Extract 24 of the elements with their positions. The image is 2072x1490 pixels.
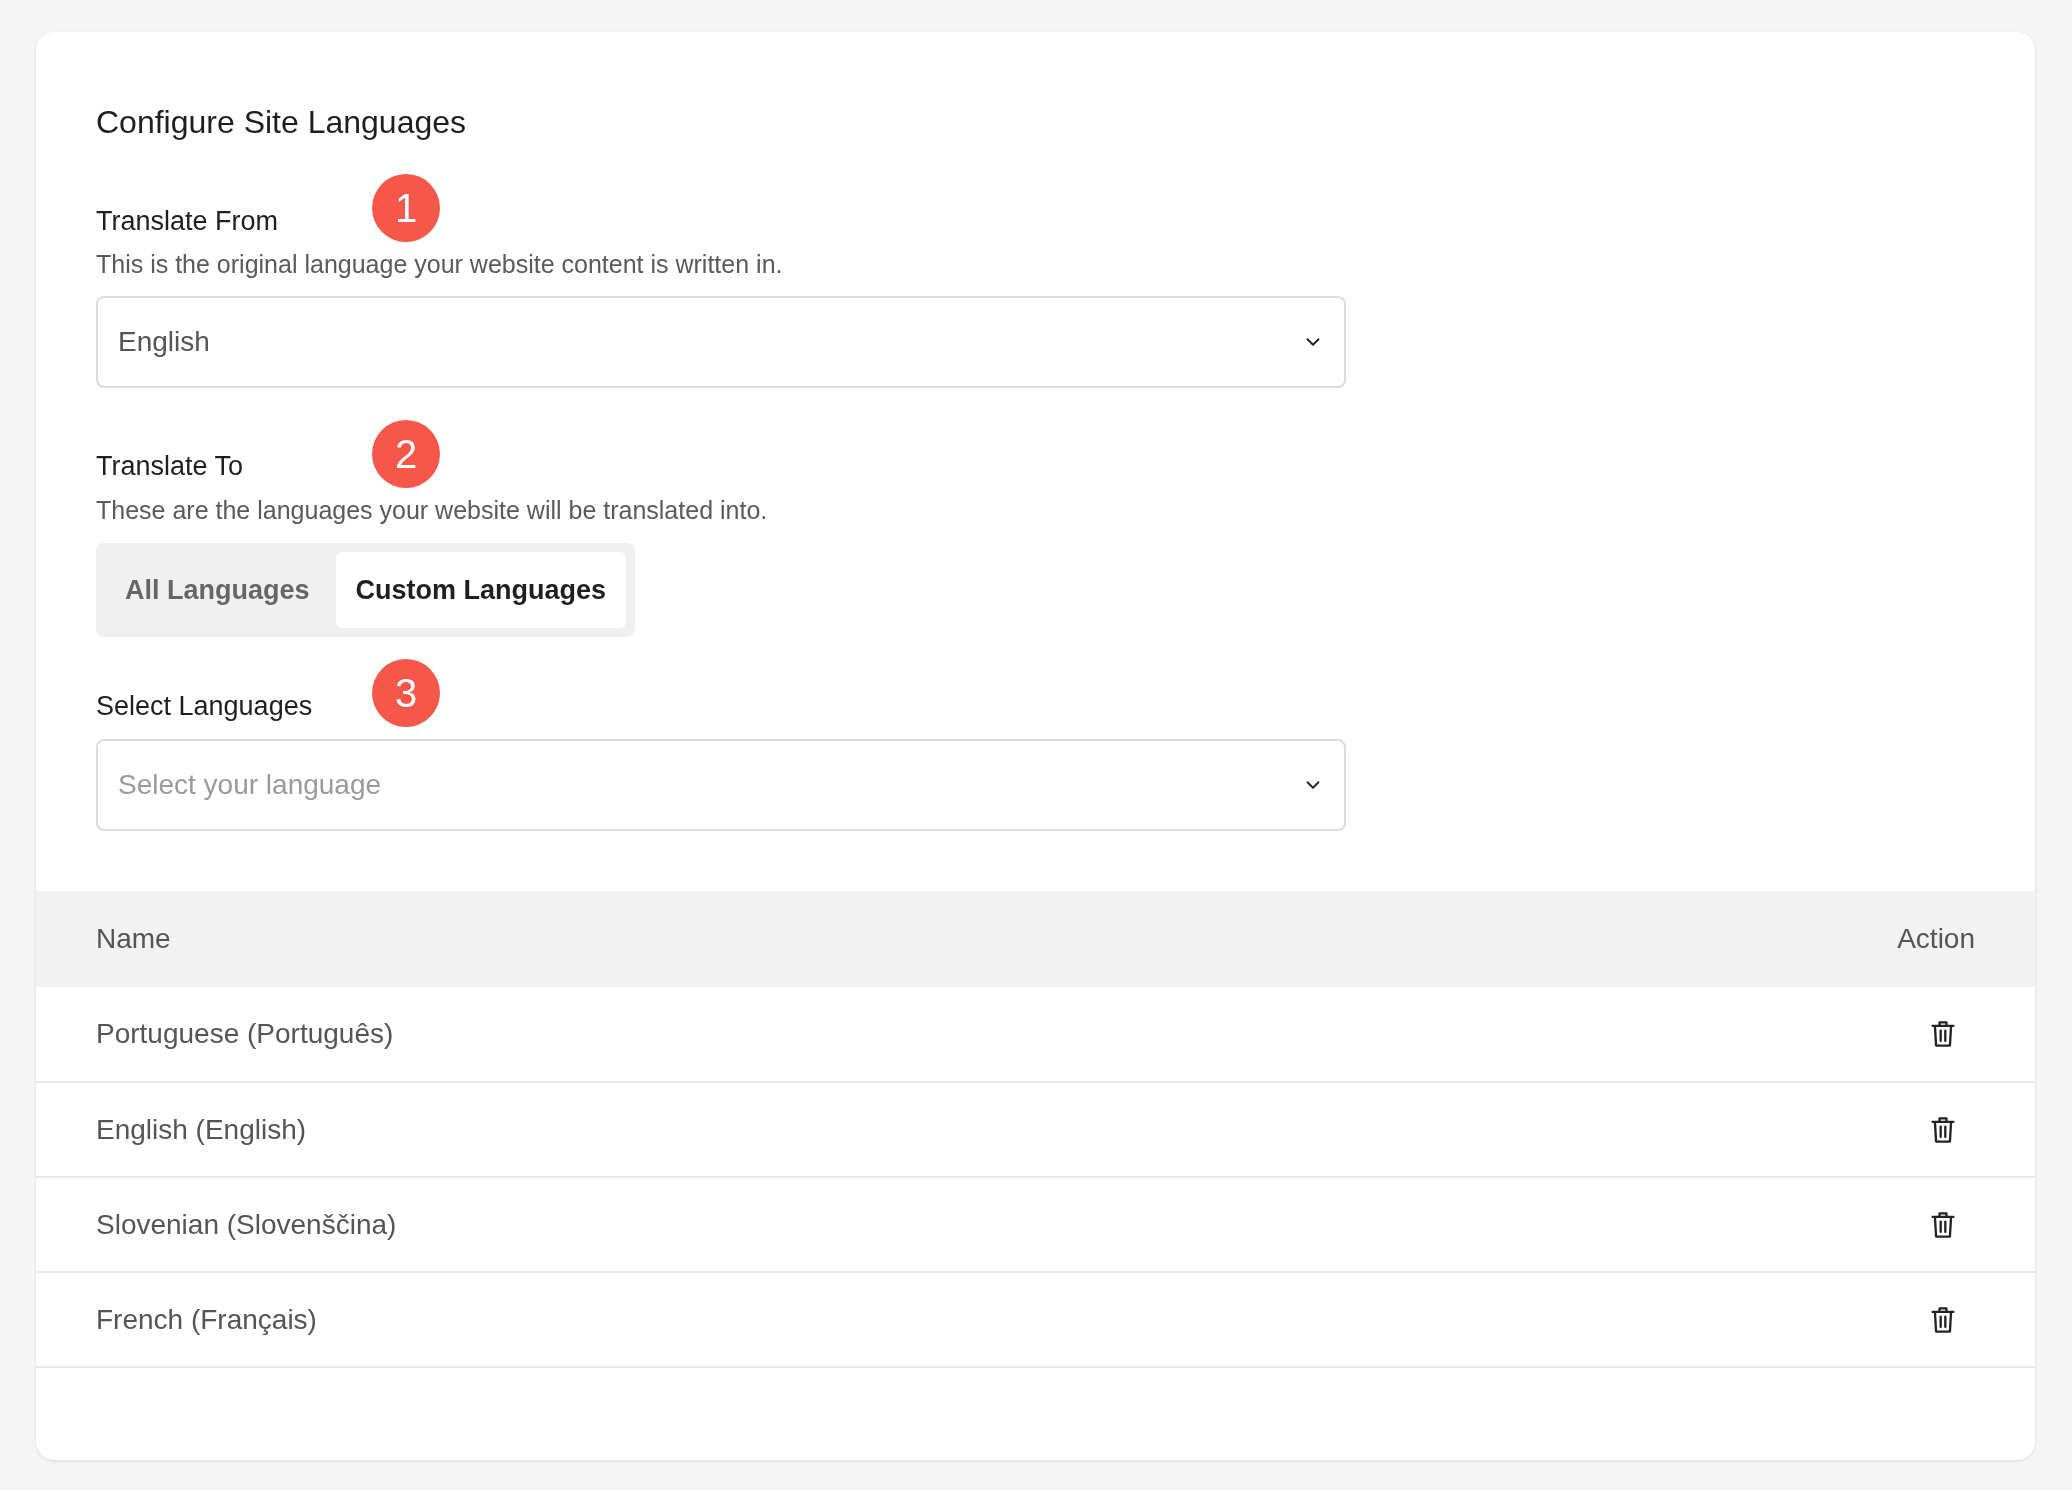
section-label: Translate To (96, 450, 245, 483)
trash-icon[interactable] (1929, 1114, 1957, 1145)
section-description: These are the languages your website will be translated into. (96, 494, 769, 526)
section-description: This is the original language your website content is written in. (96, 249, 784, 280)
column-header: Action (1835, 891, 2035, 987)
table-cell: Slovenian (Slovenščina) (36, 1177, 1835, 1272)
trash-icon[interactable] (1929, 1304, 1957, 1335)
section-label: Translate From (96, 204, 280, 238)
tab[interactable]: All Languages (105, 552, 330, 628)
table-cell: French (Français) (36, 1272, 1835, 1367)
page-title: Configure Site Languages (96, 103, 468, 142)
step-badge: 2 (372, 419, 440, 488)
select-field[interactable]: English (96, 295, 1346, 388)
column-header: Name (36, 891, 1835, 987)
trash-icon[interactable] (1929, 1209, 1957, 1240)
step-badge: 3 (372, 659, 440, 727)
table-cell: Portuguese (Português) (36, 987, 1835, 1082)
select-placeholder: Select your language (118, 768, 382, 802)
trash-icon[interactable] (1929, 1019, 1957, 1049)
table-cell: English (English) (36, 1082, 1835, 1177)
step-badge: 1 (372, 174, 440, 242)
section-label: Select Languages (96, 689, 314, 723)
tab[interactable]: Custom Languages (335, 552, 627, 628)
select-value: English (118, 324, 210, 359)
